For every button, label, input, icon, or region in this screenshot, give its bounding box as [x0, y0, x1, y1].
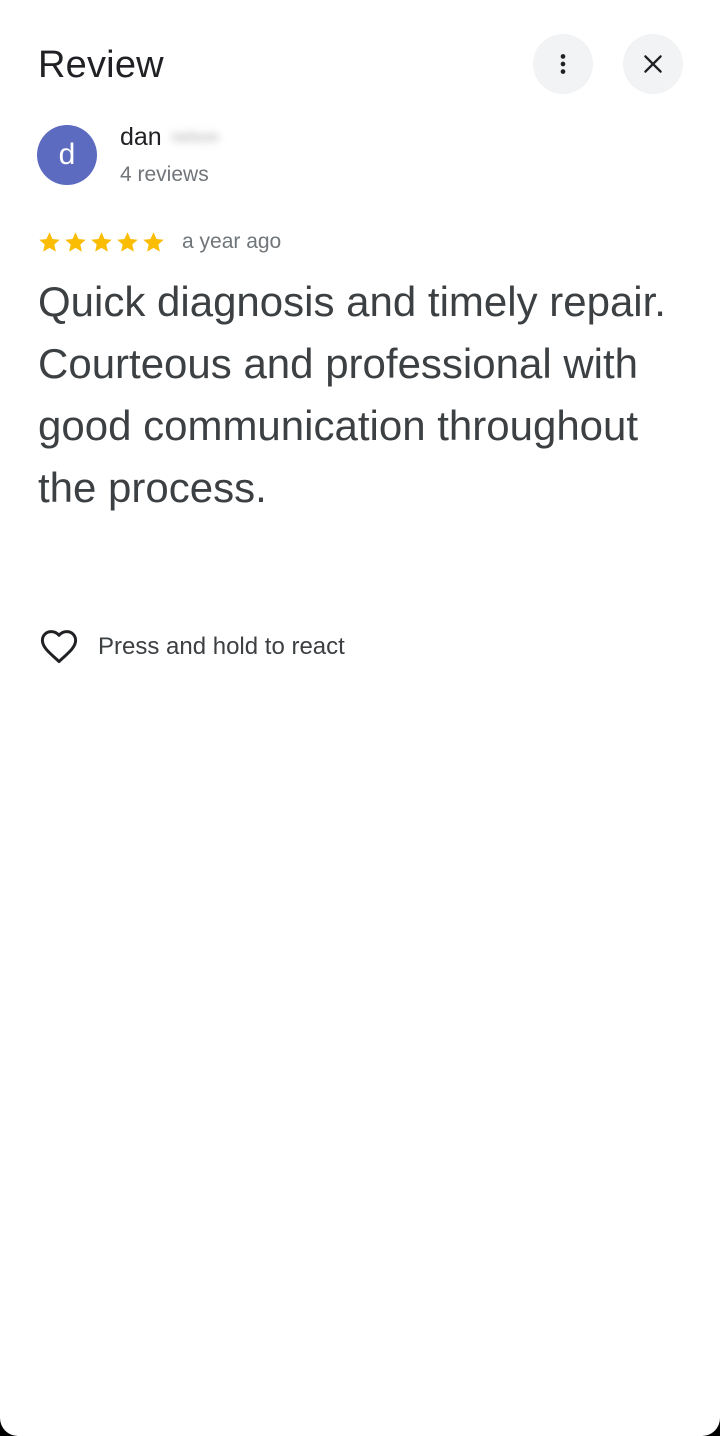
star-icon [65, 231, 86, 252]
close-icon [644, 55, 662, 73]
heart-outline-icon [40, 630, 78, 664]
review-sheet: Review d dan nelson 4 reviews a year ago… [0, 0, 720, 1436]
page-title: Review [38, 44, 164, 86]
review-time: a year ago [182, 230, 282, 253]
avatar-initial: d [58, 138, 76, 171]
rating-row: a year ago [37, 228, 281, 256]
star-icon [117, 231, 138, 252]
star-rating [37, 230, 166, 255]
avatar[interactable]: d [37, 125, 97, 185]
more-vert-icon [560, 54, 566, 74]
author-last-name-blurred: nelson [171, 128, 219, 146]
author-first-name: dan [120, 123, 162, 151]
more-options-button[interactable] [533, 34, 593, 94]
author-review-count: 4 reviews [120, 163, 209, 186]
close-button[interactable] [623, 34, 683, 94]
star-icon [91, 231, 112, 252]
react-button[interactable]: Press and hold to react [38, 626, 345, 668]
star-icon [143, 231, 164, 252]
star-icon [39, 231, 60, 252]
react-label: Press and hold to react [98, 633, 345, 660]
author-name[interactable]: dan nelson [120, 123, 219, 152]
review-text: Quick diagnosis and timely repair. Court… [38, 278, 666, 511]
